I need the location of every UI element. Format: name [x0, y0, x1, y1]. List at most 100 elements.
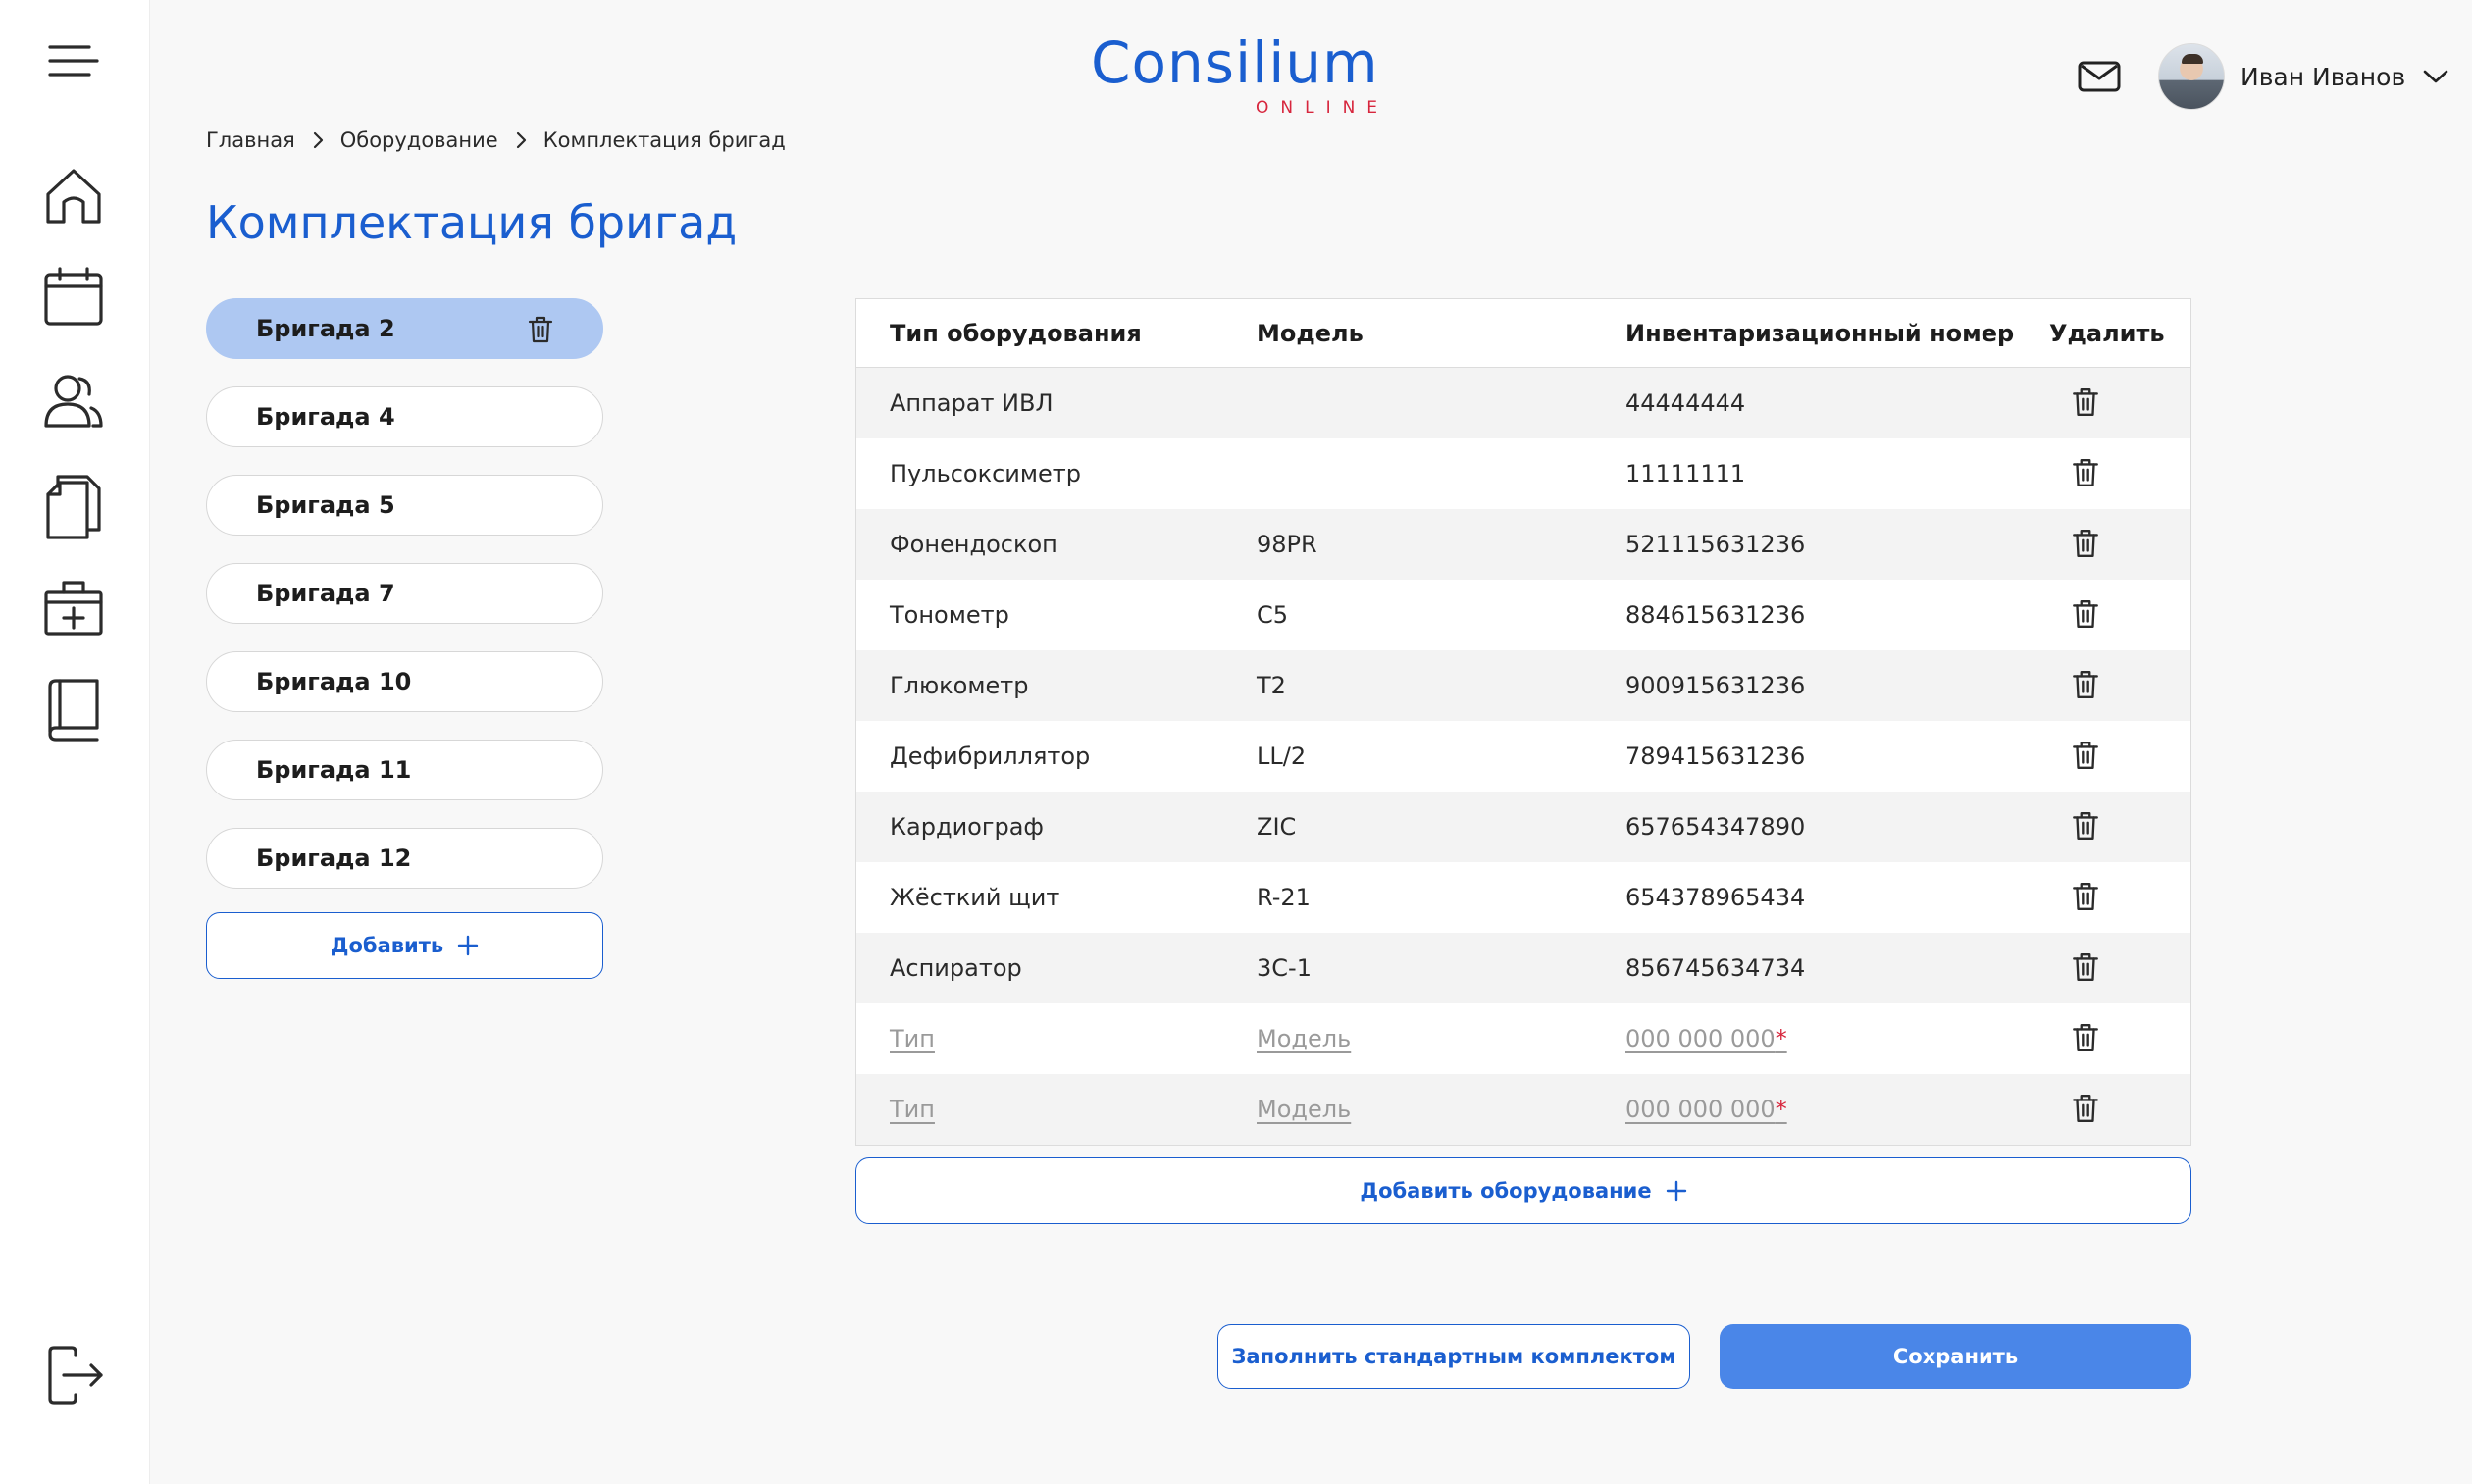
cell-inventory[interactable]: 657654347890 — [1625, 813, 1805, 841]
cell-inventory[interactable]: 521115631236 — [1625, 531, 1805, 558]
logout-icon[interactable] — [38, 1340, 109, 1410]
cell-type[interactable]: Аспиратор — [890, 954, 1022, 982]
documents-icon[interactable] — [38, 471, 109, 541]
model-input[interactable]: Модель — [1257, 1096, 1351, 1123]
brigade-item[interactable]: Бригада 2 — [206, 298, 603, 359]
model-input[interactable]: Модель — [1257, 1025, 1351, 1052]
cell-type[interactable]: Тонометр — [890, 601, 1009, 629]
trash-icon[interactable] — [2070, 528, 2101, 559]
add-brigade-label: Добавить — [330, 934, 444, 957]
cell-model[interactable]: R-21 — [1257, 884, 1311, 911]
column-header-delete: Удалить — [2049, 319, 2165, 347]
medkit-icon[interactable] — [38, 573, 109, 643]
required-mark: * — [1775, 1025, 1787, 1052]
table-row: Фонендоскоп 98PR 521115631236 — [856, 509, 2190, 580]
brigade-item[interactable]: Бригада 5 — [206, 475, 603, 536]
table-row: Кардиограф ZIC 657654347890 — [856, 792, 2190, 862]
trash-icon[interactable] — [2070, 1022, 2101, 1053]
cell-type[interactable]: Глюкометр — [890, 672, 1028, 699]
column-header-type: Тип оборудования — [890, 319, 1142, 347]
brigade-list: Бригада 2 Бригада 4 Бригада 5 Бригада 7 … — [206, 298, 603, 979]
equipment-table: Тип оборудования Модель Инвентаризационн… — [855, 298, 2191, 1146]
cell-type[interactable]: Аппарат ИВЛ — [890, 389, 1054, 417]
required-mark: * — [1775, 1096, 1787, 1123]
trash-icon[interactable] — [2070, 740, 2101, 771]
mail-icon[interactable] — [2078, 59, 2121, 94]
breadcrumb-home[interactable]: Главная — [206, 128, 295, 152]
type-input[interactable]: Тип — [890, 1096, 935, 1123]
plus-icon — [457, 935, 479, 956]
trash-icon[interactable] — [2070, 810, 2101, 842]
breadcrumb-equipment[interactable]: Оборудование — [340, 128, 498, 152]
home-icon[interactable] — [38, 159, 109, 230]
trash-icon[interactable] — [2070, 951, 2101, 983]
cell-inventory[interactable]: 654378965434 — [1625, 884, 1805, 911]
user-name: Иван Иванов — [2240, 62, 2406, 91]
fill-standard-button[interactable]: Заполнить стандартным комплектом — [1217, 1324, 1690, 1389]
brigade-label: Бригада 12 — [256, 844, 412, 872]
brigade-label: Бригада 5 — [256, 491, 395, 519]
plus-icon — [1666, 1180, 1687, 1202]
brigade-item[interactable]: Бригада 10 — [206, 651, 603, 712]
book-icon[interactable] — [38, 675, 109, 745]
cell-model[interactable]: LL/2 — [1257, 742, 1306, 770]
inventory-placeholder: 000 000 000 — [1625, 1096, 1776, 1123]
cell-type[interactable]: Жёсткий щит — [890, 884, 1059, 911]
logo[interactable]: Consilium ONLINE — [1091, 29, 1385, 124]
new-table-row: Тип Модель 000 000 000* — [856, 1074, 2190, 1145]
cell-inventory[interactable]: 856745634734 — [1625, 954, 1805, 982]
add-brigade-button[interactable]: Добавить — [206, 912, 603, 979]
chevron-right-icon — [307, 129, 329, 151]
table-row: Пульсоксиметр 11111111 — [856, 438, 2190, 509]
users-icon[interactable] — [38, 367, 109, 437]
cell-inventory[interactable]: 900915631236 — [1625, 672, 1805, 699]
type-input[interactable]: Тип — [890, 1025, 935, 1052]
cell-model[interactable]: ZIC — [1257, 813, 1296, 841]
cell-inventory[interactable]: 789415631236 — [1625, 742, 1805, 770]
brigade-item[interactable]: Бригада 7 — [206, 563, 603, 624]
breadcrumb-current: Комплектация бригад — [542, 128, 786, 152]
cell-inventory[interactable]: 884615631236 — [1625, 601, 1805, 629]
brigade-label: Бригада 7 — [256, 580, 395, 607]
cell-model[interactable]: 98PR — [1257, 531, 1317, 558]
trash-icon[interactable] — [526, 315, 555, 344]
brigade-item[interactable]: Бригада 11 — [206, 740, 603, 800]
cell-type[interactable]: Кардиограф — [890, 813, 1044, 841]
cell-model[interactable]: C5 — [1257, 601, 1288, 629]
menu-icon[interactable] — [38, 26, 109, 96]
inventory-input[interactable]: 000 000 000* — [1625, 1025, 1787, 1052]
trash-icon[interactable] — [2070, 386, 2101, 418]
chevron-right-icon — [510, 129, 532, 151]
trash-icon[interactable] — [2070, 881, 2101, 912]
brigade-item[interactable]: Бригада 12 — [206, 828, 603, 889]
brigade-item[interactable]: Бригада 4 — [206, 386, 603, 447]
cell-type[interactable]: Пульсоксиметр — [890, 460, 1081, 487]
trash-icon[interactable] — [2070, 457, 2101, 488]
sidebar — [0, 0, 150, 1484]
page-title: Комплектация бригад — [206, 196, 738, 249]
brigade-label: Бригада 4 — [256, 403, 395, 431]
calendar-icon[interactable] — [38, 263, 109, 333]
cell-inventory[interactable]: 44444444 — [1625, 389, 1745, 417]
cell-model[interactable]: 3C-1 — [1257, 954, 1312, 982]
trash-icon[interactable] — [2070, 598, 2101, 630]
save-label: Сохранить — [1892, 1345, 2019, 1368]
table-header: Тип оборудования Модель Инвентаризационн… — [856, 299, 2190, 368]
trash-icon[interactable] — [2070, 669, 2101, 700]
user-menu[interactable]: Иван Иванов — [2158, 41, 2448, 112]
inventory-input[interactable]: 000 000 000* — [1625, 1096, 1787, 1123]
trash-icon[interactable] — [2070, 1093, 2101, 1124]
cell-type[interactable]: Дефибриллятор — [890, 742, 1090, 770]
logo-main-text: Consilium — [1091, 29, 1379, 96]
breadcrumb: Главная Оборудование Комплектация бригад — [206, 128, 786, 152]
brigade-label: Бригада 2 — [256, 315, 395, 342]
table-row: Тонометр C5 884615631236 — [856, 580, 2190, 650]
cell-type[interactable]: Фонендоскоп — [890, 531, 1057, 558]
add-equipment-button[interactable]: Добавить оборудование — [855, 1157, 2191, 1224]
cell-model[interactable]: T2 — [1257, 672, 1286, 699]
column-header-model: Модель — [1257, 319, 1364, 347]
save-button[interactable]: Сохранить — [1720, 1324, 2191, 1389]
inventory-placeholder: 000 000 000 — [1625, 1025, 1776, 1052]
logo-sub-text: ONLINE — [1256, 98, 1390, 118]
cell-inventory[interactable]: 11111111 — [1625, 460, 1745, 487]
